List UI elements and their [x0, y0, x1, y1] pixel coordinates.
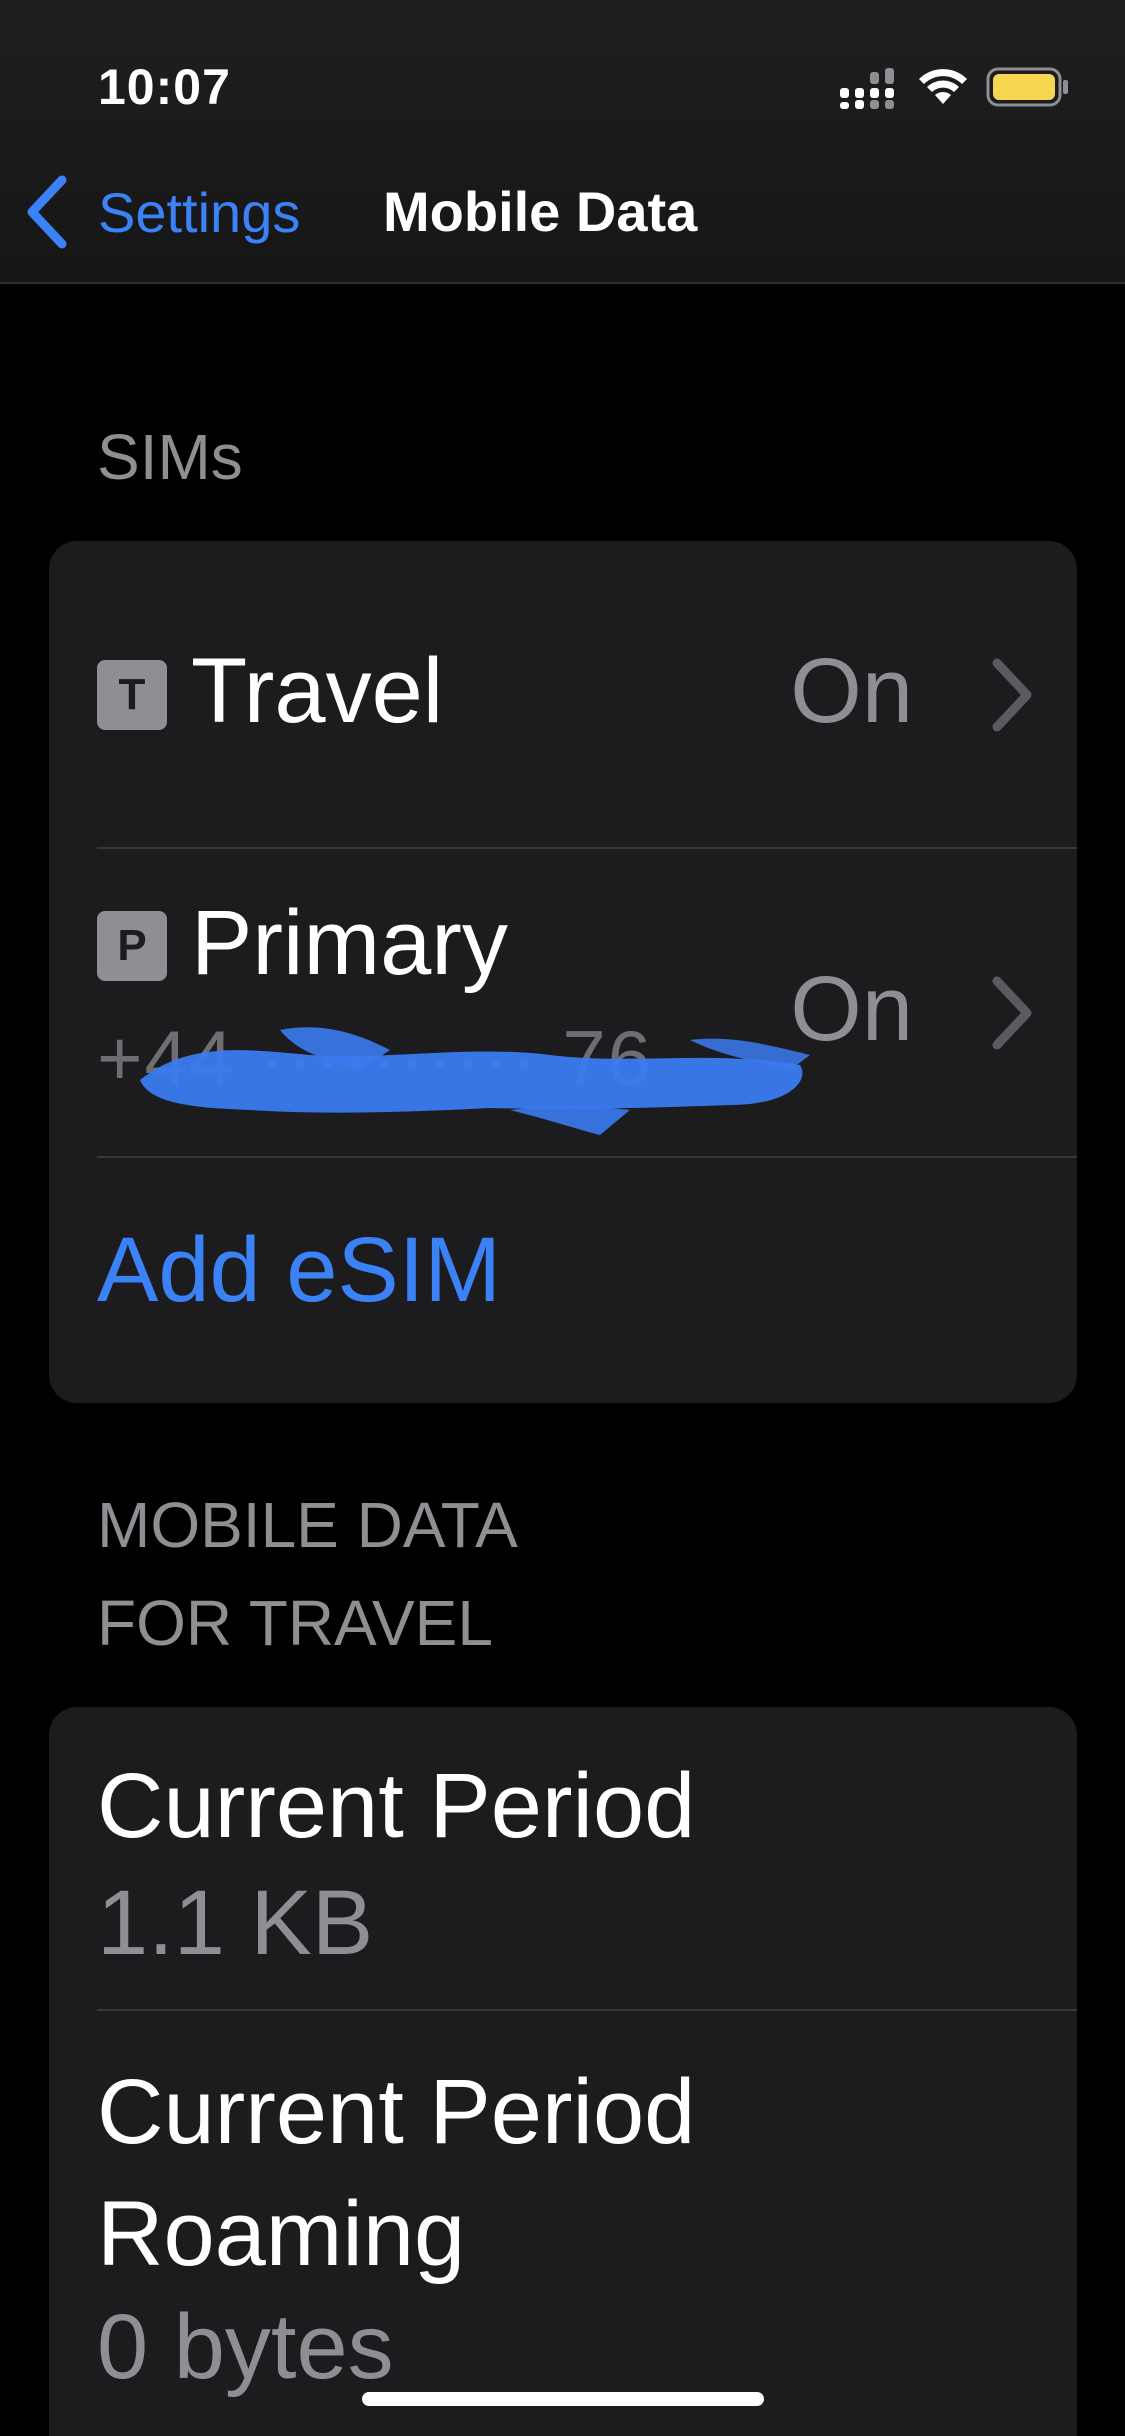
sim-label: Primary — [191, 892, 508, 994]
add-esim-button[interactable]: Add eSIM — [97, 1218, 501, 1323]
usage-section-header-line2: FOR TRAVEL — [97, 1587, 493, 1659]
sim-badge-icon: P — [97, 911, 167, 981]
page-title: Mobile Data — [383, 180, 698, 243]
current-period-title: Current Period — [97, 1755, 696, 1857]
sim-badge-icon: T — [97, 660, 167, 730]
roaming-title-line1: Current Period — [97, 2061, 696, 2163]
sims-card: T Travel On P Primary +44 ·········· 76 … — [49, 541, 1077, 1403]
home-indicator[interactable] — [362, 2392, 764, 2406]
chevron-right-icon — [992, 658, 1032, 732]
add-esim-row[interactable]: Add eSIM — [49, 1158, 1077, 1403]
sims-section-header: SIMs — [97, 421, 243, 493]
status-bar: 10:07 — [0, 0, 1125, 170]
battery-icon — [986, 67, 1068, 107]
cellular-signal-icon — [840, 68, 894, 109]
chevron-left-icon — [27, 175, 67, 249]
sim-row-travel[interactable]: T Travel On — [49, 541, 1077, 849]
mobile-data-screen: 10:07 Settings Mobile Data SIMs T Travel… — [0, 0, 1125, 2436]
wifi-icon — [919, 69, 967, 104]
usage-card: Current Period 1.1 KB Current Period Roa… — [49, 1707, 1077, 2436]
usage-section-header-line1: MOBILE DATA — [97, 1489, 518, 1561]
chevron-right-icon — [992, 976, 1032, 1050]
redaction-scribble — [140, 1027, 810, 1135]
current-period-value: 1.1 KB — [97, 1872, 374, 1974]
roaming-value: 0 bytes — [97, 2296, 394, 2398]
current-period-roaming-row: Current Period Roaming 0 bytes — [49, 2011, 1077, 2436]
back-label: Settings — [98, 180, 301, 244]
roaming-title-line2: Roaming — [97, 2183, 466, 2285]
sim-status: On — [790, 640, 913, 742]
sim-label: Travel — [191, 640, 444, 742]
current-period-row: Current Period 1.1 KB — [49, 1707, 1077, 2010]
status-time: 10:07 — [98, 59, 231, 115]
back-button[interactable]: Settings — [22, 172, 300, 252]
navigation-bar: 10:07 Settings Mobile Data — [0, 0, 1125, 284]
